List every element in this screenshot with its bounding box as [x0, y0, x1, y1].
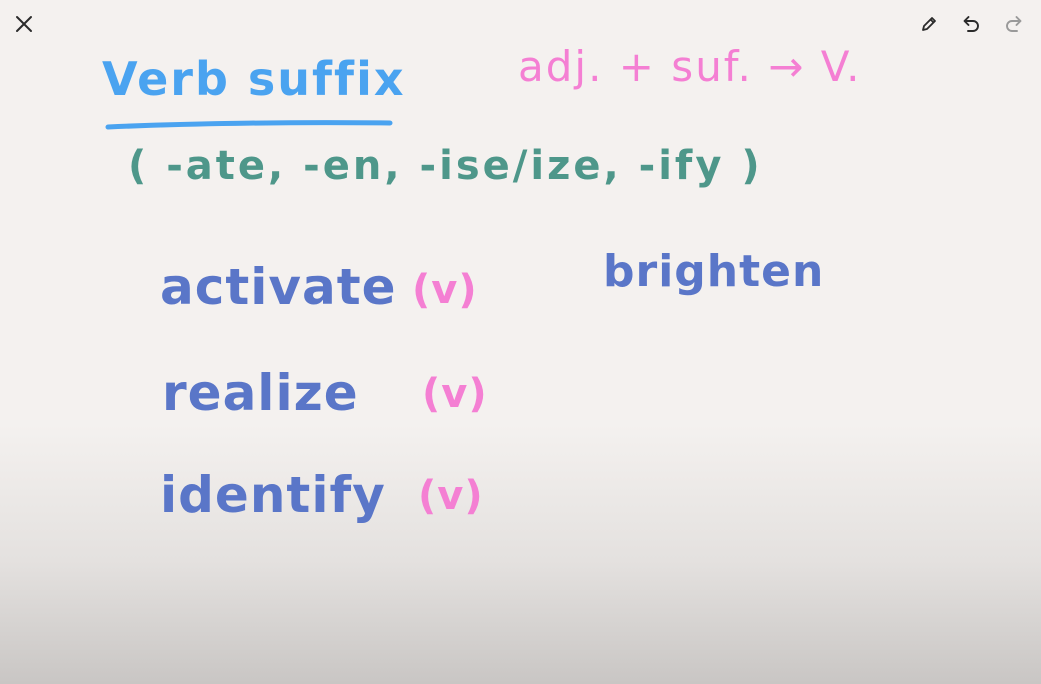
example-tag-identify: (v) [418, 473, 484, 519]
formula-text: adj. + suf. → V. [518, 42, 862, 91]
extra-word-brighten: brighten [603, 246, 825, 297]
title-underline [105, 120, 393, 130]
example-word-activate: activate [160, 258, 397, 316]
example-word-identify: identify [160, 466, 386, 524]
pencil-icon [922, 17, 936, 31]
undo-icon [963, 16, 979, 32]
undo-button[interactable] [958, 11, 984, 37]
board-title: Verb suffix [102, 52, 406, 106]
pen-tool-button[interactable] [916, 11, 942, 37]
whiteboard-canvas[interactable]: { "toolbar": { "close_icon": "close-icon… [0, 0, 1041, 684]
suffix-list: ( -ate, -en, -ise/ize, -ify ) [128, 143, 763, 189]
example-tag-realize: (v) [422, 371, 488, 417]
close-button[interactable] [11, 11, 37, 37]
redo-button[interactable] [1001, 11, 1027, 37]
example-tag-activate: (v) [412, 267, 478, 313]
redo-icon [1006, 16, 1022, 32]
example-word-realize: realize [162, 364, 359, 422]
close-icon [16, 16, 32, 32]
